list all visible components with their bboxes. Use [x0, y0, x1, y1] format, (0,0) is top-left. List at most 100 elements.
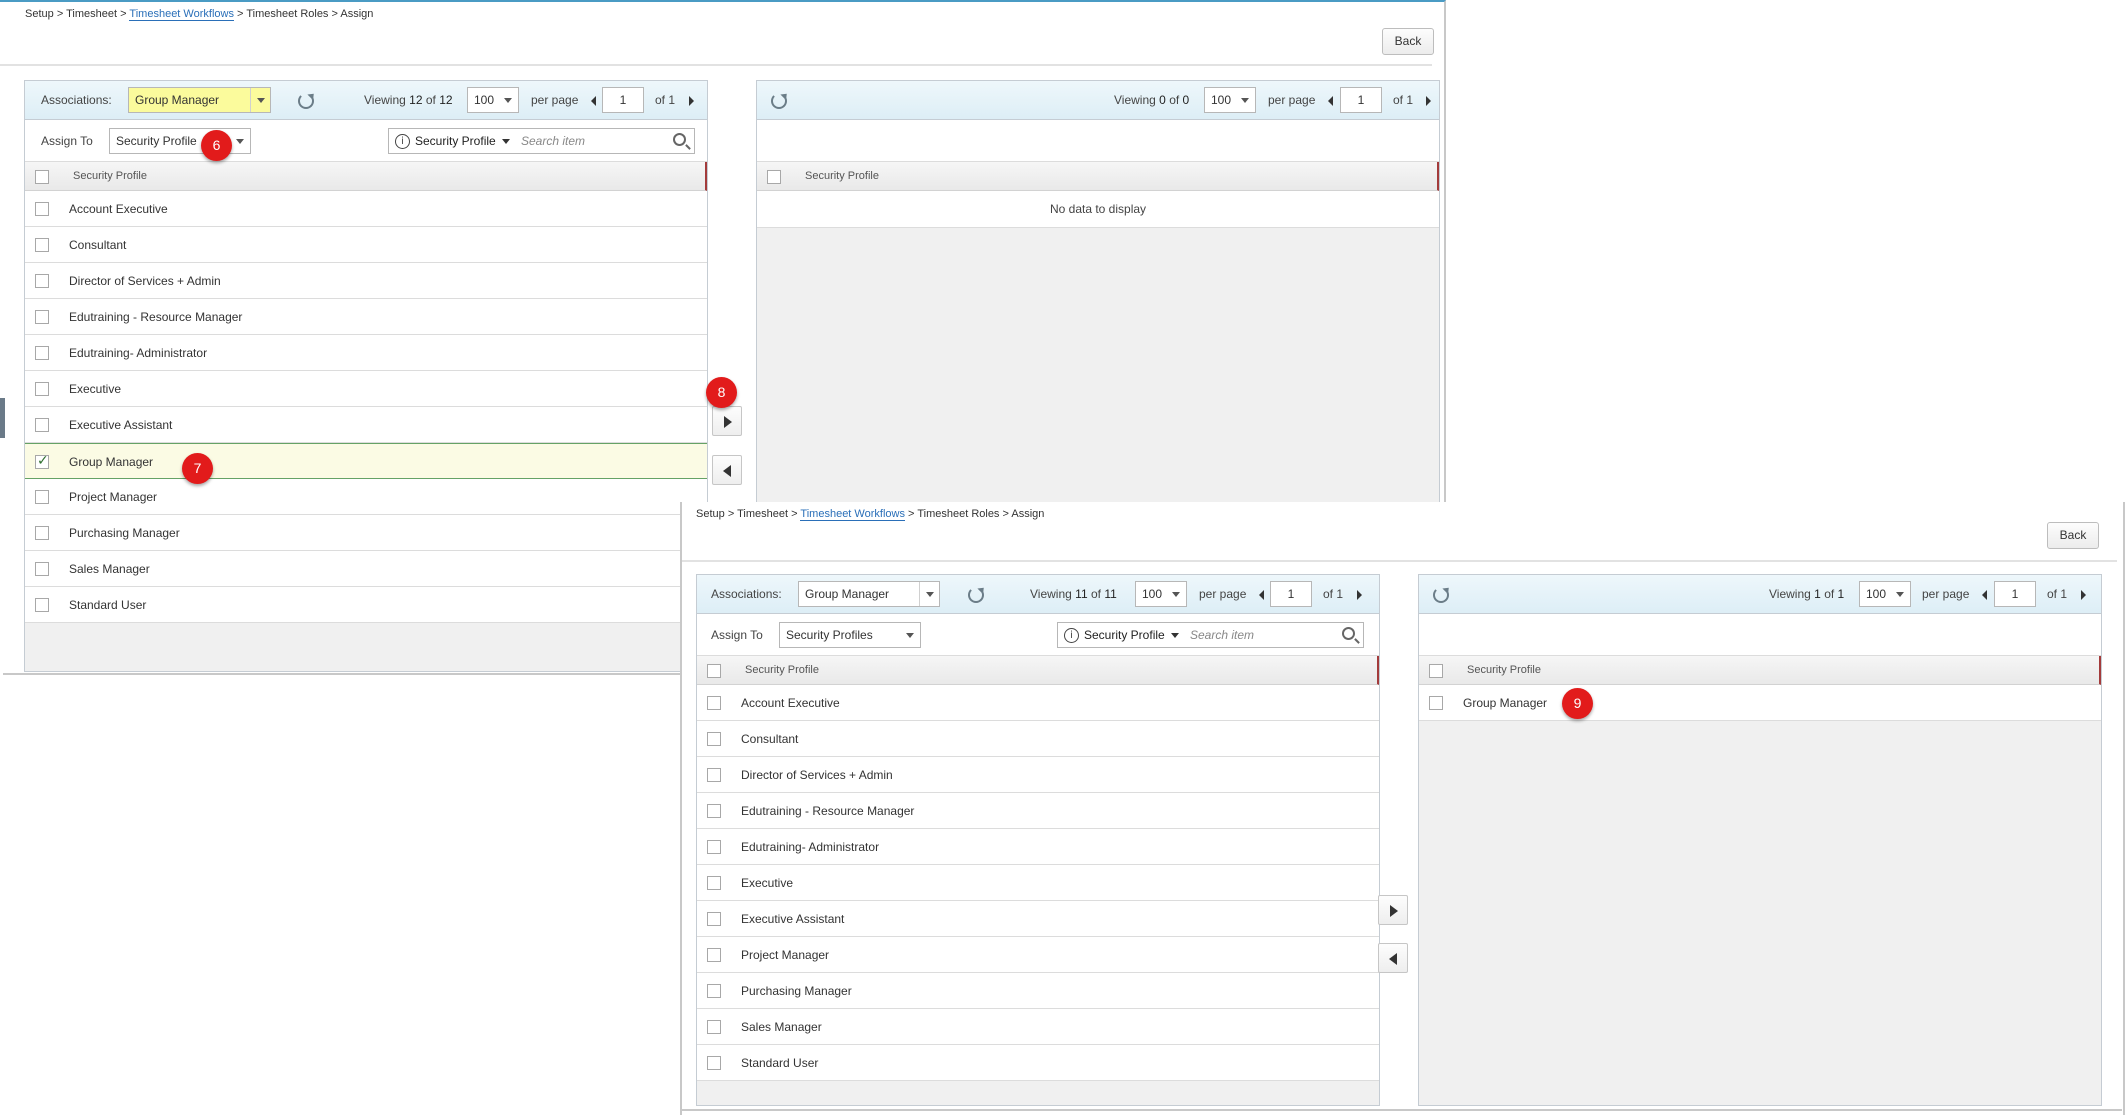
select-all-checkbox[interactable]	[1429, 664, 1443, 678]
refresh-icon[interactable]	[1433, 587, 1449, 603]
table-row[interactable]: Consultant	[25, 227, 707, 263]
back-button[interactable]: Back	[2047, 522, 2099, 549]
table-row[interactable]: Account Executive	[25, 191, 707, 227]
table-row[interactable]: Project Manager	[697, 937, 1379, 973]
table-row[interactable]: Edutraining- Administrator	[697, 829, 1379, 865]
table-row[interactable]: Edutraining - Resource Manager	[697, 793, 1379, 829]
breadcrumb-setup[interactable]: Setup	[696, 508, 725, 520]
breadcrumb-timesheet[interactable]: Timesheet	[66, 8, 117, 20]
select-all-checkbox[interactable]	[767, 170, 781, 184]
table-row[interactable]: Sales Manager	[25, 551, 707, 587]
row-checkbox[interactable]	[35, 382, 49, 396]
search-icon[interactable]	[1342, 627, 1355, 640]
row-checkbox[interactable]	[35, 562, 49, 576]
table-row[interactable]: Executive Assistant	[697, 901, 1379, 937]
back-button[interactable]: Back	[1382, 28, 1434, 55]
search-input[interactable]: Search item	[521, 134, 585, 148]
breadcrumb-timesheet-workflows[interactable]: Timesheet Workflows	[129, 8, 234, 21]
chevron-down-icon	[1890, 582, 1910, 606]
page-number-input[interactable]: 1	[602, 87, 644, 113]
next-page-icon[interactable]	[689, 96, 694, 106]
row-checkbox[interactable]	[35, 418, 49, 432]
per-page-select[interactable]: 100	[1204, 87, 1256, 113]
page-number-input[interactable]: 1	[1270, 581, 1312, 607]
table-row[interactable]: Group Manager	[1419, 685, 2101, 721]
row-checkbox[interactable]	[707, 984, 721, 998]
table-row[interactable]: Standard User	[25, 587, 707, 623]
table-row[interactable]: Director of Services + Admin	[25, 263, 707, 299]
row-checkbox[interactable]	[707, 732, 721, 746]
select-all-checkbox[interactable]	[707, 664, 721, 678]
table-row[interactable]: Executive	[25, 371, 707, 407]
search-icon[interactable]	[673, 133, 686, 146]
row-checkbox[interactable]	[35, 346, 49, 360]
table-row[interactable]: Executive Assistant	[25, 407, 707, 443]
prev-page-icon[interactable]	[591, 96, 596, 106]
breadcrumb-timesheet[interactable]: Timesheet	[737, 508, 788, 520]
table-row[interactable]: Group Manager	[25, 443, 707, 479]
search-field-select[interactable]: Security Profile	[1084, 628, 1179, 642]
page-number-input[interactable]: 1	[1994, 581, 2036, 607]
table-row[interactable]: Edutraining - Resource Manager	[25, 299, 707, 335]
header-divider	[0, 64, 1432, 66]
row-checkbox[interactable]	[707, 768, 721, 782]
breadcrumb-timesheet-roles[interactable]: Timesheet Roles	[917, 508, 999, 520]
next-page-icon[interactable]	[1357, 590, 1362, 600]
row-checkbox[interactable]	[707, 912, 721, 926]
select-all-checkbox[interactable]	[35, 170, 49, 184]
search-input[interactable]: Search item	[1190, 628, 1254, 642]
row-checkbox[interactable]	[35, 490, 49, 504]
available-list: Account Executive Consultant Director of S…	[25, 191, 707, 623]
table-row[interactable]: Account Executive	[697, 685, 1379, 721]
refresh-icon[interactable]	[968, 587, 984, 603]
search-field-select[interactable]: Security Profile	[415, 134, 510, 148]
refresh-icon[interactable]	[298, 93, 314, 109]
breadcrumb-setup[interactable]: Setup	[25, 8, 54, 20]
per-page-select[interactable]: 100	[467, 87, 519, 113]
move-left-button[interactable]	[1378, 943, 1408, 973]
assign-to-select[interactable]: Security Profiles	[779, 622, 921, 648]
row-checkbox[interactable]	[35, 238, 49, 252]
search-box[interactable]: i Security Profile Search item	[388, 128, 695, 154]
row-checkbox[interactable]	[35, 202, 49, 216]
row-checkbox[interactable]	[707, 1056, 721, 1070]
row-checkbox[interactable]	[707, 804, 721, 818]
prev-page-icon[interactable]	[1259, 590, 1264, 600]
next-page-icon[interactable]	[1426, 96, 1431, 106]
breadcrumb-timesheet-roles[interactable]: Timesheet Roles	[246, 8, 328, 20]
next-page-icon[interactable]	[2081, 590, 2086, 600]
row-checkbox-checked[interactable]	[35, 453, 49, 469]
table-row[interactable]: Purchasing Manager	[697, 973, 1379, 1009]
per-page-select[interactable]: 100	[1859, 581, 1911, 607]
row-checkbox[interactable]	[35, 310, 49, 324]
move-left-button[interactable]	[712, 455, 742, 485]
prev-page-icon[interactable]	[1328, 96, 1333, 106]
breadcrumb-timesheet-workflows[interactable]: Timesheet Workflows	[800, 508, 905, 521]
associations-select[interactable]: Group Manager	[798, 581, 940, 607]
page-number-input[interactable]: 1	[1340, 87, 1382, 113]
prev-page-icon[interactable]	[1982, 590, 1987, 600]
table-row[interactable]: Edutraining- Administrator	[25, 335, 707, 371]
refresh-icon[interactable]	[771, 93, 787, 109]
row-checkbox[interactable]	[707, 840, 721, 854]
table-row[interactable]: Sales Manager	[697, 1009, 1379, 1045]
search-box[interactable]: i Security Profile Search item	[1057, 622, 1364, 648]
associations-select[interactable]: Group Manager	[128, 87, 271, 113]
row-checkbox[interactable]	[707, 696, 721, 710]
row-checkbox[interactable]	[1429, 696, 1443, 710]
table-row[interactable]: Standard User	[697, 1045, 1379, 1081]
row-checkbox[interactable]	[707, 1020, 721, 1034]
table-row[interactable]: Purchasing Manager	[25, 515, 707, 551]
table-row[interactable]: Executive	[697, 865, 1379, 901]
row-checkbox[interactable]	[35, 598, 49, 612]
move-right-button[interactable]	[712, 406, 742, 436]
table-row[interactable]: Consultant	[697, 721, 1379, 757]
table-row[interactable]: Project Manager	[25, 479, 707, 515]
row-checkbox[interactable]	[707, 876, 721, 890]
row-checkbox[interactable]	[707, 948, 721, 962]
row-checkbox[interactable]	[35, 526, 49, 540]
table-row[interactable]: Director of Services + Admin	[697, 757, 1379, 793]
row-checkbox[interactable]	[35, 274, 49, 288]
per-page-select[interactable]: 100	[1135, 581, 1187, 607]
move-right-button[interactable]	[1378, 895, 1408, 925]
